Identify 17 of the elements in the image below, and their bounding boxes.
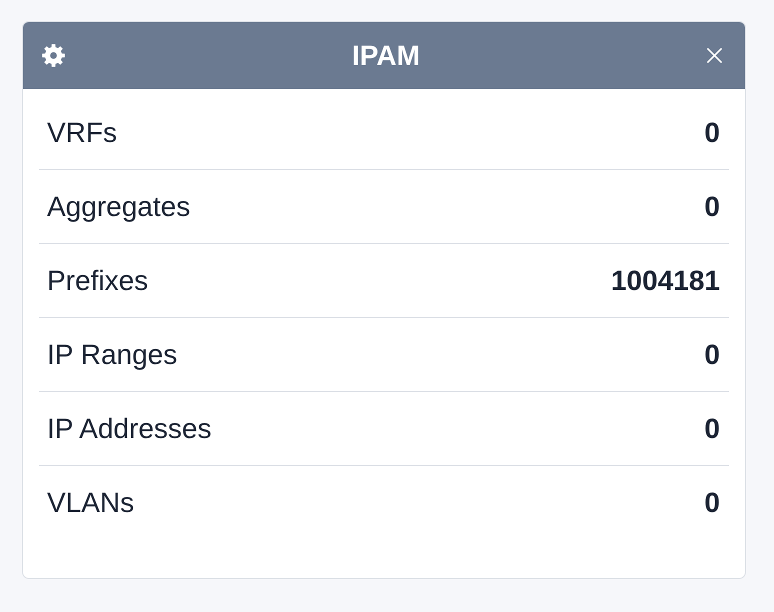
settings-button[interactable] (42, 44, 65, 67)
close-button[interactable] (706, 48, 722, 63)
count-value: 1004181 (610, 264, 720, 298)
category-label: VRFs (47, 116, 117, 150)
category-label: Prefixes (47, 264, 148, 298)
count-value: 0 (704, 190, 720, 224)
category-label: IP Addresses (47, 412, 212, 446)
count-value: 0 (704, 412, 720, 446)
close-icon (706, 48, 722, 63)
category-label: VLANs (47, 486, 134, 520)
category-label: IP Ranges (47, 338, 178, 372)
count-value: 0 (704, 338, 720, 372)
widget-title: IPAM (352, 42, 420, 70)
count-value: 0 (704, 486, 720, 520)
gear-icon (42, 44, 65, 67)
category-label: Aggregates (47, 190, 190, 224)
count-value: 0 (704, 116, 720, 150)
